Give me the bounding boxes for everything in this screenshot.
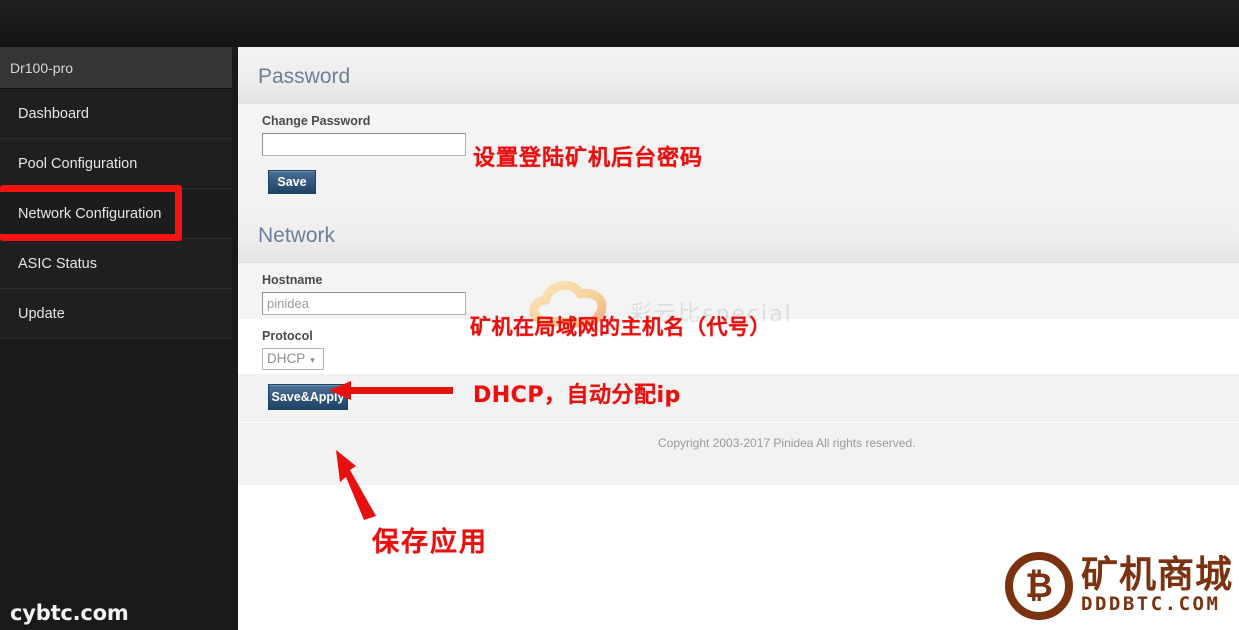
- hostname-input[interactable]: [262, 292, 466, 315]
- save-button[interactable]: Save: [268, 170, 316, 194]
- password-section-title: Password: [258, 65, 351, 88]
- save-apply-button[interactable]: Save&Apply: [268, 384, 348, 410]
- chevron-down-icon: ▾: [310, 355, 315, 365]
- save-apply-button-row: Save&Apply: [238, 374, 1239, 422]
- sidebar-item-update[interactable]: Update: [0, 289, 232, 339]
- network-section-header: Network: [238, 206, 1239, 263]
- hostname-label: Hostname: [262, 273, 323, 287]
- password-section-header: Password: [238, 47, 1239, 104]
- top-bar: [0, 0, 1239, 47]
- copyright-text: Copyright 2003-2017 Pinidea All rights r…: [658, 436, 916, 450]
- sidebar-nav: Dr100-pro Dashboard Pool Configuration N…: [0, 47, 232, 339]
- sidebar-item-dashboard[interactable]: Dashboard: [0, 89, 232, 139]
- sidebar-item-label: Pool Configuration: [18, 156, 138, 172]
- sidebar-item-network-configuration[interactable]: Network Configuration: [0, 189, 232, 239]
- sidebar-item-label: Update: [18, 306, 65, 322]
- footer: Copyright 2003-2017 Pinidea All rights r…: [238, 422, 1239, 485]
- sidebar-item-label: Network Configuration: [18, 206, 162, 222]
- protocol-select[interactable]: DHCP ▾: [262, 348, 324, 370]
- protocol-selected-value: DHCP: [267, 351, 306, 366]
- change-password-field-group: Change Password: [238, 104, 1239, 160]
- change-password-input[interactable]: [262, 133, 466, 156]
- sidebar-item-pool-configuration[interactable]: Pool Configuration: [0, 139, 232, 189]
- sidebar-watermark: cybtc.com: [10, 601, 129, 625]
- sidebar-item-label: ASIC Status: [18, 256, 97, 272]
- sidebar-item-label: Dashboard: [18, 106, 89, 122]
- sidebar: Dr100-pro Dashboard Pool Configuration N…: [0, 47, 238, 630]
- protocol-label: Protocol: [262, 329, 313, 343]
- save-button-row: Save: [238, 160, 1239, 206]
- change-password-label: Change Password: [262, 114, 371, 128]
- hostname-field-group: Hostname: [238, 263, 1239, 319]
- sidebar-brand-label: Dr100-pro: [10, 60, 74, 76]
- protocol-field-group: Protocol DHCP ▾: [238, 319, 1239, 374]
- page-root: Dr100-pro Dashboard Pool Configuration N…: [0, 0, 1239, 630]
- main-content: Password Change Password Save Network Ho…: [238, 47, 1239, 630]
- sidebar-item-asic-status[interactable]: ASIC Status: [0, 239, 232, 289]
- network-section-title: Network: [258, 224, 336, 247]
- sidebar-brand: Dr100-pro: [0, 47, 232, 89]
